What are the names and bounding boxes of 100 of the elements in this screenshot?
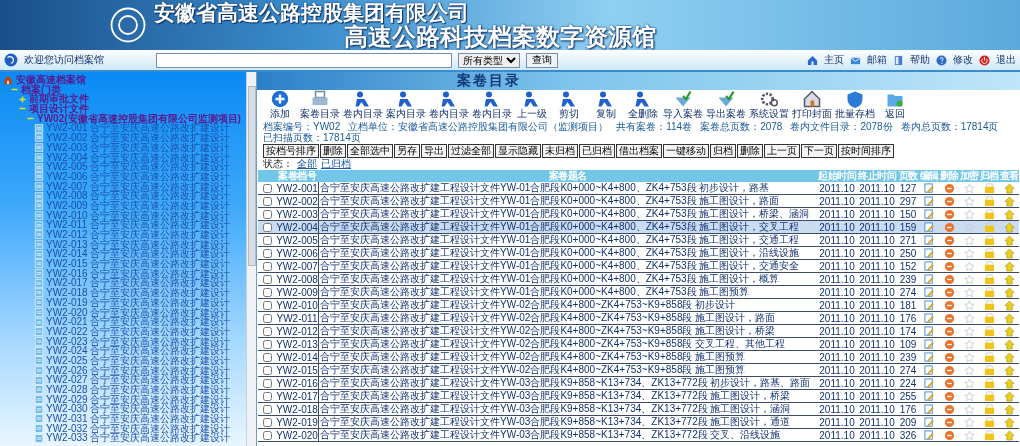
row-checkbox[interactable] — [262, 287, 272, 297]
edit-icon[interactable] — [923, 299, 935, 311]
nav-link[interactable]: 邮箱 — [867, 53, 887, 67]
tree-item[interactable]: YW2-014 合宁至安庆高速公路改扩建设计 — [46, 249, 231, 260]
search-button[interactable]: 查询 — [526, 52, 558, 68]
row-checkbox[interactable] — [262, 222, 272, 232]
star-icon[interactable] — [963, 208, 975, 220]
toolbar-button[interactable]: 全删除 — [626, 90, 660, 119]
row-checkbox[interactable] — [262, 365, 272, 375]
tree-item[interactable]: YW2-030 合宁至安庆高速公路改扩建设计 — [46, 404, 231, 415]
edit-icon[interactable] — [923, 221, 935, 233]
filter-button[interactable]: 按档号排序 — [263, 144, 319, 158]
tree-item[interactable]: YW2-028 合宁至安庆高速公路改扩建设计 — [46, 385, 231, 395]
nav-link[interactable]: 修改 — [953, 53, 973, 67]
star-icon[interactable] — [963, 364, 975, 376]
delete-icon[interactable] — [943, 299, 955, 311]
row-checkbox[interactable] — [262, 326, 272, 336]
table-cell[interactable]: 合宁至安庆高速公路改扩建工程设计文件YW-03合肥段K9+858~K13+734、ZK13+772段 交叉、沿线设施 — [318, 429, 817, 442]
star-icon[interactable] — [963, 221, 975, 233]
star-icon[interactable] — [963, 429, 975, 441]
edit-icon[interactable] — [923, 182, 935, 194]
filter-button[interactable]: 删除 — [737, 144, 763, 158]
toolbar-button[interactable]: 卷内目录 — [472, 90, 512, 119]
edit-icon[interactable] — [923, 260, 935, 272]
edit-icon[interactable] — [923, 390, 935, 402]
star-icon[interactable] — [963, 182, 975, 194]
tree-item[interactable]: YW2-020 合宁至安庆高速公路改扩建设计 — [46, 307, 231, 318]
status-link[interactable]: 已归档 — [321, 157, 351, 171]
status-link[interactable]: 全部 — [297, 157, 317, 171]
toolbar-button[interactable]: 添加 — [263, 90, 297, 119]
delete-icon[interactable] — [943, 234, 955, 246]
table-cell[interactable]: 合宁至安庆高速公路改扩建工程设计文件YW-03合肥段K9+858~K13+734、ZK13+772段 施工图设计，通道 — [318, 416, 817, 429]
tree-item[interactable]: YW2-025 合宁至安庆高速公路改扩建设计 — [46, 355, 231, 366]
edit-icon[interactable] — [923, 312, 935, 324]
toolbar-button[interactable]: 剪切 — [552, 90, 586, 119]
row-checkbox[interactable] — [262, 235, 272, 245]
toolbar-button[interactable]: 卷内目录 — [429, 90, 469, 119]
table-cell[interactable]: 合宁至安庆高速公路改扩建工程设计文件YW-01合肥段K0+000~K4+800、ZK4+753段 施工图设计，交叉工程 — [318, 221, 817, 234]
delete-icon[interactable] — [943, 377, 955, 389]
table-cell[interactable]: 合宁至安庆高速公路改扩建工程设计文件YW-01合肥段K0+000~K4+800、ZK4+753段 施工图设计，交通安全 — [318, 260, 817, 273]
table-cell[interactable]: 合宁至安庆高速公路改扩建工程设计文件YW-02合肥段K4+800~ZK4+753~K9+858段 施工图预算 — [318, 351, 817, 364]
edit-icon[interactable] — [923, 273, 935, 285]
edit-icon[interactable] — [923, 325, 935, 337]
star-icon[interactable] — [963, 351, 975, 363]
row-checkbox[interactable] — [262, 196, 272, 206]
filter-button[interactable]: 按时间排序 — [838, 144, 894, 158]
tree-item[interactable]: YW2-021 合宁至安庆高速公路改扩建设计 — [46, 317, 231, 327]
star-icon[interactable] — [963, 299, 975, 311]
table-cell[interactable]: 合宁至安庆高速公路改扩建工程设计文件YW-01合肥段K0+000~K4+800、ZK4+753段 施工图设计，沿线设施 — [318, 247, 817, 260]
row-checkbox[interactable] — [262, 183, 272, 193]
edit-icon[interactable] — [923, 234, 935, 246]
tree-item[interactable]: YW2-031 合宁至安庆高速公路改扩建设计 — [46, 414, 231, 424]
delete-icon[interactable] — [943, 403, 955, 415]
toolbar-button[interactable]: 上一级 — [515, 90, 549, 119]
tree-item[interactable]: YW2-012 合宁至安庆高速公路改扩建设计 — [46, 230, 231, 240]
delete-icon[interactable] — [943, 390, 955, 402]
delete-icon[interactable] — [943, 338, 955, 350]
table-cell[interactable]: 合宁至安庆高速公路改扩建工程设计文件YW-01合肥段K0+000~K4+800、ZK4+753段 施工图预算 — [318, 286, 817, 299]
filter-button[interactable]: 删除 — [320, 144, 346, 158]
tree-item[interactable]: YW2-022 合宁至安庆高速公路改扩建设计 — [46, 326, 231, 337]
delete-icon[interactable] — [943, 273, 955, 285]
filter-button[interactable]: 过滤全部 — [448, 144, 494, 158]
table-cell[interactable]: 合宁至安庆高速公路改扩建工程设计文件YW-01合肥段K0+000~K4+800、ZK4+753段 初步设计，路基 — [318, 182, 817, 195]
table-cell[interactable]: 合宁至安庆高速公路改扩建工程设计文件YW-02合肥段K4+800~ZK4+753~K9+858段 施工图设计，桥梁 — [318, 325, 817, 338]
tree-item[interactable]: YW2-013 合宁至安庆高速公路改扩建设计 — [46, 239, 231, 250]
star-icon[interactable] — [963, 286, 975, 298]
row-checkbox[interactable] — [262, 404, 272, 414]
delete-icon[interactable] — [943, 182, 955, 194]
filter-button[interactable]: 全部选中 — [347, 144, 393, 158]
delete-icon[interactable] — [943, 429, 955, 441]
edit-icon[interactable] — [923, 377, 935, 389]
row-checkbox[interactable] — [262, 430, 272, 440]
table-cell[interactable]: 合宁至安庆高速公路改扩建工程设计文件YW-02合肥段K4+800~ZK4+753~K9+858段 施工图预算 — [318, 364, 817, 377]
row-checkbox[interactable] — [262, 352, 272, 362]
tree-item[interactable]: YW2-019 合宁至安庆高速公路改扩建设计 — [46, 297, 231, 308]
toolbar-button[interactable]: 案内目录 — [386, 90, 426, 119]
star-icon[interactable] — [963, 403, 975, 415]
filter-button[interactable]: 一键移动 — [663, 144, 709, 158]
edit-icon[interactable] — [923, 195, 935, 207]
tree-item[interactable]: YW2-027 合宁至安庆高速公路改扩建设计 — [46, 375, 231, 385]
delete-icon[interactable] — [943, 351, 955, 363]
row-checkbox[interactable] — [262, 261, 272, 271]
delete-icon[interactable] — [943, 221, 955, 233]
delete-icon[interactable] — [943, 416, 955, 428]
delete-icon[interactable] — [943, 208, 955, 220]
toolbar-button[interactable]: 复制 — [589, 90, 623, 119]
plus-icon[interactable] — [18, 94, 27, 104]
nav-link[interactable]: 帮助 — [910, 53, 930, 67]
filter-button[interactable]: 借出档案 — [616, 144, 662, 158]
star-icon[interactable] — [963, 416, 975, 428]
toolbar-button[interactable]: 批量存档 — [835, 90, 875, 119]
star-icon[interactable] — [963, 377, 975, 389]
table-cell[interactable]: 合宁至安庆高速公路改扩建工程设计文件YW-03合肥段K9+858~K13+734、ZK13+772段 施工图设计，涵洞 — [318, 403, 817, 416]
filter-button[interactable]: 已归档 — [579, 144, 615, 158]
nav-link[interactable]: 退出 — [996, 53, 1016, 67]
edit-icon[interactable] — [923, 416, 935, 428]
toolbar-button[interactable]: 打印封面 — [792, 90, 832, 119]
delete-icon[interactable] — [943, 364, 955, 376]
table-cell[interactable]: 合宁至安庆高速公路改扩建工程设计文件YW-01合肥段K0+000~K4+800、ZK4+753段 施工图设计，概算 — [318, 273, 817, 286]
star-icon[interactable] — [963, 390, 975, 402]
